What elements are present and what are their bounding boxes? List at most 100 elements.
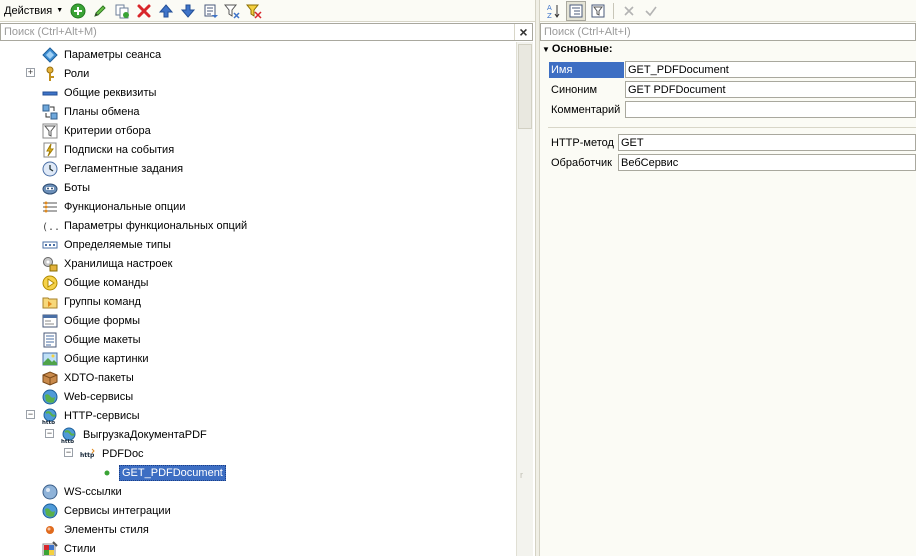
add-button[interactable] [68,1,88,21]
filter-clear-icon [246,4,262,19]
functional-options-icon [42,199,58,215]
properties-search-input[interactable] [541,24,911,40]
tree-item-bots[interactable]: Боты [42,178,92,197]
tree-item-roles[interactable]: Роли [42,64,91,83]
section-title: Основные: [551,43,613,55]
filter-clear-button[interactable] [244,1,264,21]
tree-item-label: Планы обмена [64,105,140,118]
tree-item-filter-criteria[interactable]: Критерии отбора [42,121,153,140]
http-services-icon: http [42,408,58,424]
exchange-plans-icon [42,104,58,120]
tree-item-functional-option-params[interactable]: (...) Параметры функциональных опций [42,216,249,235]
tree-item-ws-links[interactable]: WS-ссылки [42,482,124,501]
synonym-label: Синоним [551,84,598,96]
cancel-button[interactable] [619,1,639,21]
tree-item-common-pictures[interactable]: Общие картинки [42,349,151,368]
expander-sign: + [27,67,34,77]
tree-item-label: Регламентные задания [64,162,184,175]
tree-item-settings-storages[interactable]: Хранилища настроек [42,254,174,273]
tree-item-scheduled-jobs[interactable]: Регламентные задания [42,159,185,178]
expander-sign: − [46,428,53,438]
tree-search-input[interactable] [1,24,513,40]
common-attributes-icon [42,85,58,101]
actions-menu-label: Действия [4,4,53,17]
collapse-http-service-toggle[interactable]: − [45,429,54,438]
tree-item-exchange-plans[interactable]: Планы обмена [42,102,142,121]
tree-item-label: Сервисы интеграции [64,504,171,517]
tree-item-label: PDFDoc [102,447,144,460]
filter-criteria-icon [42,123,58,139]
name-field[interactable] [625,61,916,78]
tree-item-style-items[interactable]: Элементы стиля [42,520,151,539]
tree-item-http-service[interactable]: http ВыгрузкаДокументаPDF [61,425,209,444]
section-main-header[interactable]: ▼ Основные: [542,43,613,55]
categorized-view-button[interactable] [566,0,586,21]
property-filter-icon [591,4,605,17]
property-filter-button[interactable] [588,1,608,21]
tree-item-xdto-packages[interactable]: XDTO-пакеты [42,368,136,387]
filter-icon [224,4,240,19]
expand-roles-toggle[interactable]: + [26,68,35,77]
actions-menu[interactable]: Действия ▼ [0,5,67,17]
tree-item-label: Параметры сеанса [64,48,162,61]
tree-item-functional-options[interactable]: Функциональные опции [42,197,187,216]
tree-item-common-forms[interactable]: Общие формы [42,311,142,330]
clear-search-button[interactable]: × [514,24,532,40]
scheduled-jobs-icon [42,161,58,177]
cancel-icon [624,5,634,16]
tree-search: × [0,23,533,41]
tree-item-label: Боты [64,181,91,194]
tree-item-http-services[interactable]: http HTTP-сервисы [42,406,142,425]
tree-item-common-commands[interactable]: Общие команды [42,273,150,292]
common-forms-icon [42,313,58,329]
collapse-http-services-toggle[interactable]: − [26,410,35,419]
collapse-triangle-icon: ▼ [542,44,550,54]
tree-item-session-params[interactable]: Параметры сеанса [42,45,163,64]
tree-item-label: Общие команды [64,276,149,289]
tree-item-web-services[interactable]: Web-сервисы [42,387,135,406]
tree-item-integration-services[interactable]: Сервисы интеграции [42,501,173,520]
tree-item-event-subscriptions[interactable]: Подписки на события [42,140,176,159]
tree-item-styles[interactable]: Стили [42,539,98,556]
sort-list-button[interactable] [200,1,220,21]
bots-icon [42,180,58,196]
tree-item-url-template[interactable]: http PDFDoc [80,444,146,463]
move-up-button[interactable] [156,1,176,21]
tree-item-defined-types[interactable]: Определяемые типы [42,235,173,254]
tree-item-label: Web-сервисы [64,390,134,403]
edit-button[interactable] [90,1,110,21]
synonym-field[interactable] [625,81,916,98]
tree-item-label: Определяемые типы [64,238,171,251]
settings-storages-icon [42,256,58,272]
tree-item-common-templates[interactable]: Общие макеты [42,330,143,349]
http-method-field[interactable] [618,134,916,151]
handler-field[interactable] [618,154,916,171]
tree-item-label: HTTP-сервисы [64,409,140,422]
accept-icon [645,6,657,16]
tree-item-label: Общие формы [64,314,140,327]
integration-services-icon [42,503,58,519]
tree-item-common-attributes[interactable]: Общие реквизиты [42,83,158,102]
tree-item-method[interactable]: GET_PDFDocument [99,463,226,482]
sort-alpha-button[interactable]: AZ [544,1,564,21]
tree-scrollbar[interactable]: r [516,42,533,556]
filter-button[interactable] [222,1,242,21]
comment-field[interactable] [625,101,916,118]
comment-label: Комментарий [551,104,621,116]
left-toolbar: Действия ▼ [0,0,535,22]
copy-icon [115,4,130,18]
accept-button[interactable] [641,1,661,21]
svg-text:(...): (...) [42,222,58,233]
move-down-button[interactable] [178,1,198,21]
copy-button[interactable] [112,1,132,21]
scroll-grip-icon: r [520,470,523,480]
svg-text:Z: Z [547,12,552,19]
tree-item-command-groups[interactable]: Группы команд [42,292,143,311]
tree-item-label: Группы команд [64,295,141,308]
tree-item-label: Элементы стиля [64,523,149,536]
delete-button[interactable] [134,1,154,21]
session-params-icon [42,46,58,63]
collapse-url-template-toggle[interactable]: − [64,448,73,457]
handler-label: Обработчик [551,157,612,169]
tree-scrollbar-thumb[interactable] [518,44,532,129]
